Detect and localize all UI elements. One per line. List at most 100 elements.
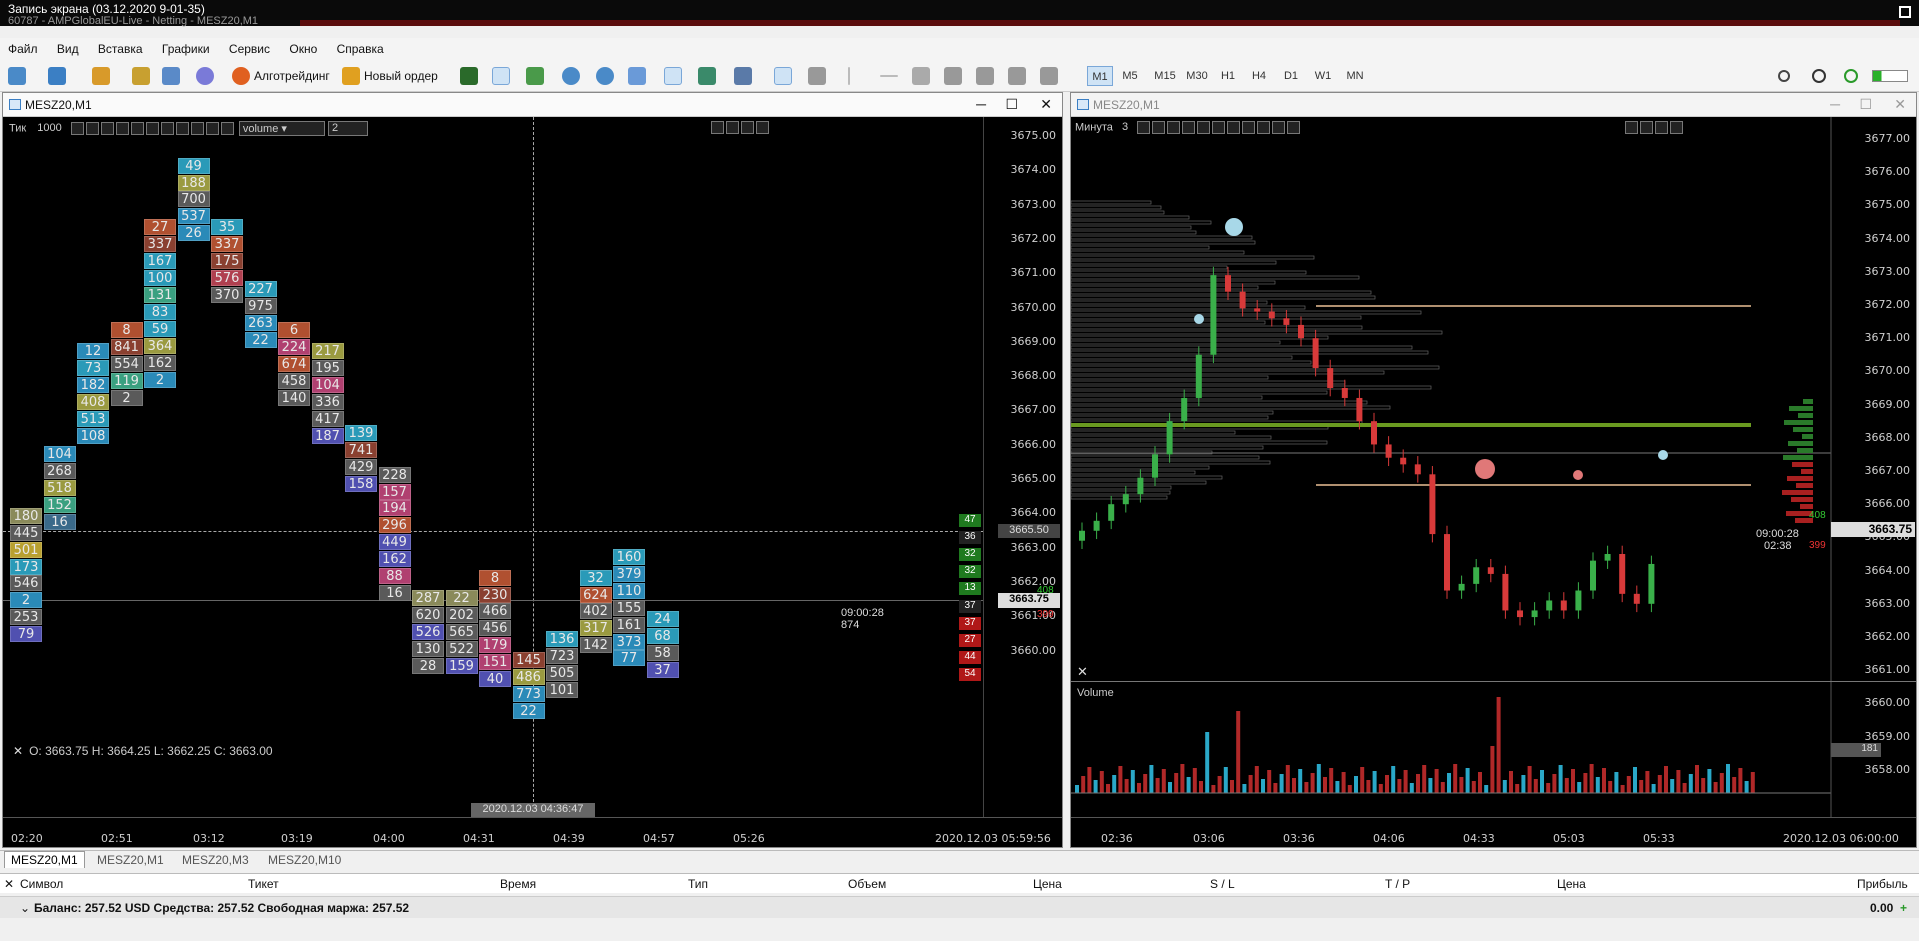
window-grid-icon[interactable] <box>1899 6 1911 18</box>
search-button[interactable] <box>1778 65 1790 87</box>
col-sl[interactable]: S / L <box>1210 877 1235 891</box>
horizontal-line-icon <box>880 75 898 77</box>
panel-p-icon[interactable] <box>190 122 204 135</box>
volume-dropdown[interactable]: volume ▾ <box>238 121 325 136</box>
tab-mesz20-m1-b[interactable]: MESZ20,M1 <box>97 853 164 867</box>
text-button[interactable] <box>1008 65 1026 87</box>
menu-view[interactable]: Вид <box>49 38 87 60</box>
new-chart-button[interactable] <box>8 65 26 87</box>
autoscroll-button[interactable] <box>664 65 682 87</box>
tf-m1[interactable]: M1 <box>1087 66 1113 86</box>
templates-button[interactable] <box>734 65 752 87</box>
tile-windows-button[interactable] <box>628 65 646 87</box>
signals-button[interactable] <box>196 65 214 87</box>
close-button[interactable]: ✕ <box>1040 96 1052 113</box>
terminal-close-icon[interactable]: ✕ <box>4 877 14 891</box>
col-tp[interactable]: T / P <box>1385 877 1410 891</box>
col-time[interactable]: Время <box>500 877 536 891</box>
tf-m30[interactable]: M30 <box>1182 66 1212 86</box>
volume-bar <box>1471 781 1476 793</box>
zoom-in-button[interactable] <box>562 65 580 87</box>
minimize-button[interactable]: ─ <box>976 96 986 112</box>
add-icon[interactable]: + <box>1900 901 1907 915</box>
bar-chart-button[interactable] <box>460 65 478 87</box>
panel-add-icon[interactable] <box>70 122 84 135</box>
footprint-cell: 157 <box>378 483 411 500</box>
tf-mn[interactable]: MN <box>1342 66 1368 86</box>
tf-m15[interactable]: M15 <box>1150 66 1180 86</box>
menu-help[interactable]: Справка <box>329 38 392 60</box>
tf-h4[interactable]: H4 <box>1246 66 1272 86</box>
panel-circle-icon[interactable] <box>175 122 189 135</box>
vertical-line-button[interactable] <box>848 65 850 87</box>
tf-m5[interactable]: M5 <box>1117 66 1143 86</box>
col-price-current[interactable]: Цена <box>1557 877 1586 891</box>
tools-icon[interactable]: ✕ <box>13 744 23 758</box>
tool-x-icon[interactable] <box>741 121 754 134</box>
expand-chevron-icon[interactable]: ⌄ <box>20 901 30 915</box>
time-tick-label: 03:06 <box>1193 832 1225 845</box>
navigator-button[interactable] <box>162 65 180 87</box>
footprint-cell: 16 <box>43 513 76 530</box>
profiles-button[interactable] <box>48 65 66 87</box>
shapes-button[interactable] <box>1040 65 1058 87</box>
menu-file[interactable]: Файл <box>0 38 46 60</box>
tf-w1[interactable]: W1 <box>1310 66 1336 86</box>
col-profit[interactable]: Прибыль <box>1857 877 1908 891</box>
panel-bar-icon[interactable] <box>115 122 129 135</box>
panel-c-icon[interactable] <box>220 122 234 135</box>
volume-bar <box>1087 767 1092 793</box>
algo-trading-button[interactable]: Алготрейдинг <box>232 65 330 87</box>
data-window-button[interactable] <box>132 65 150 87</box>
footprint-cell: 104 <box>43 446 76 462</box>
menu-window[interactable]: Окно <box>281 38 325 60</box>
zoom-out-button[interactable] <box>596 65 614 87</box>
fibo-button[interactable] <box>976 65 994 87</box>
menu-charts[interactable]: Графики <box>154 38 218 60</box>
candle-chart[interactable]: Минута 3 3677.00 3676.00 3675.00 3674.00 367… <box>1071 117 1916 847</box>
horizontal-line-button[interactable] <box>880 65 898 87</box>
minimize-button[interactable]: ─ <box>1830 96 1840 112</box>
tf-h1[interactable]: H1 <box>1215 66 1241 86</box>
candles-button[interactable] <box>492 65 510 87</box>
panel-line-icon[interactable] <box>130 122 144 135</box>
chart-shift-button[interactable] <box>698 65 716 87</box>
tab-mesz20-m1-a[interactable]: MESZ20,M1 <box>4 851 85 868</box>
tab-mesz20-m10[interactable]: MESZ20,M10 <box>268 853 341 867</box>
tool-arrow-icon[interactable] <box>726 121 739 134</box>
trendline-button[interactable] <box>912 65 930 87</box>
channel-button[interactable] <box>944 65 962 87</box>
market-watch-button[interactable] <box>92 65 110 87</box>
volume-bar <box>1186 777 1191 793</box>
chart-tabs: MESZ20,M1 MESZ20,M1 MESZ20,M3 MESZ20,M10 <box>0 850 1919 870</box>
col-type[interactable]: Тип <box>688 877 708 891</box>
tool-a-icon[interactable] <box>711 121 724 134</box>
spin-input[interactable]: 2 <box>327 121 368 136</box>
menu-insert[interactable]: Вставка <box>90 38 151 60</box>
vps-button[interactable] <box>1844 65 1858 87</box>
footprint-chart[interactable]: Тик 1000 volume ▾ 2 180 445 501 173 546 2 253 7… <box>3 117 1062 847</box>
col-price[interactable]: Цена <box>1033 877 1062 891</box>
col-symbol[interactable]: Символ <box>20 877 63 891</box>
col-ticket[interactable]: Тикет <box>248 877 279 891</box>
tools-icon[interactable]: ✕ <box>1077 664 1088 680</box>
tf-d1[interactable]: D1 <box>1278 66 1304 86</box>
close-button[interactable]: ✕ <box>1894 96 1906 113</box>
tab-mesz20-m3[interactable]: MESZ20,M3 <box>182 853 249 867</box>
line-chart-button[interactable] <box>526 65 544 87</box>
maximize-button[interactable]: ☐ <box>1859 96 1872 113</box>
panel-h-icon[interactable] <box>85 122 99 135</box>
tool-m-icon[interactable] <box>756 121 769 134</box>
panel-r-icon[interactable] <box>205 122 219 135</box>
footprint-cell: 2 <box>144 371 176 388</box>
menu-tools[interactable]: Сервис <box>221 38 278 60</box>
panel-fill-icon[interactable] <box>160 122 174 135</box>
maximize-button[interactable]: ☐ <box>1005 96 1018 113</box>
panel-doc-icon[interactable] <box>145 122 159 135</box>
panel-minus-icon[interactable] <box>100 122 114 135</box>
crosshair-button[interactable] <box>808 65 826 87</box>
new-order-button[interactable]: Новый ордер <box>342 65 438 87</box>
cursor-button[interactable] <box>774 65 792 87</box>
account-button[interactable] <box>1812 65 1826 87</box>
col-volume[interactable]: Объем <box>848 877 886 891</box>
